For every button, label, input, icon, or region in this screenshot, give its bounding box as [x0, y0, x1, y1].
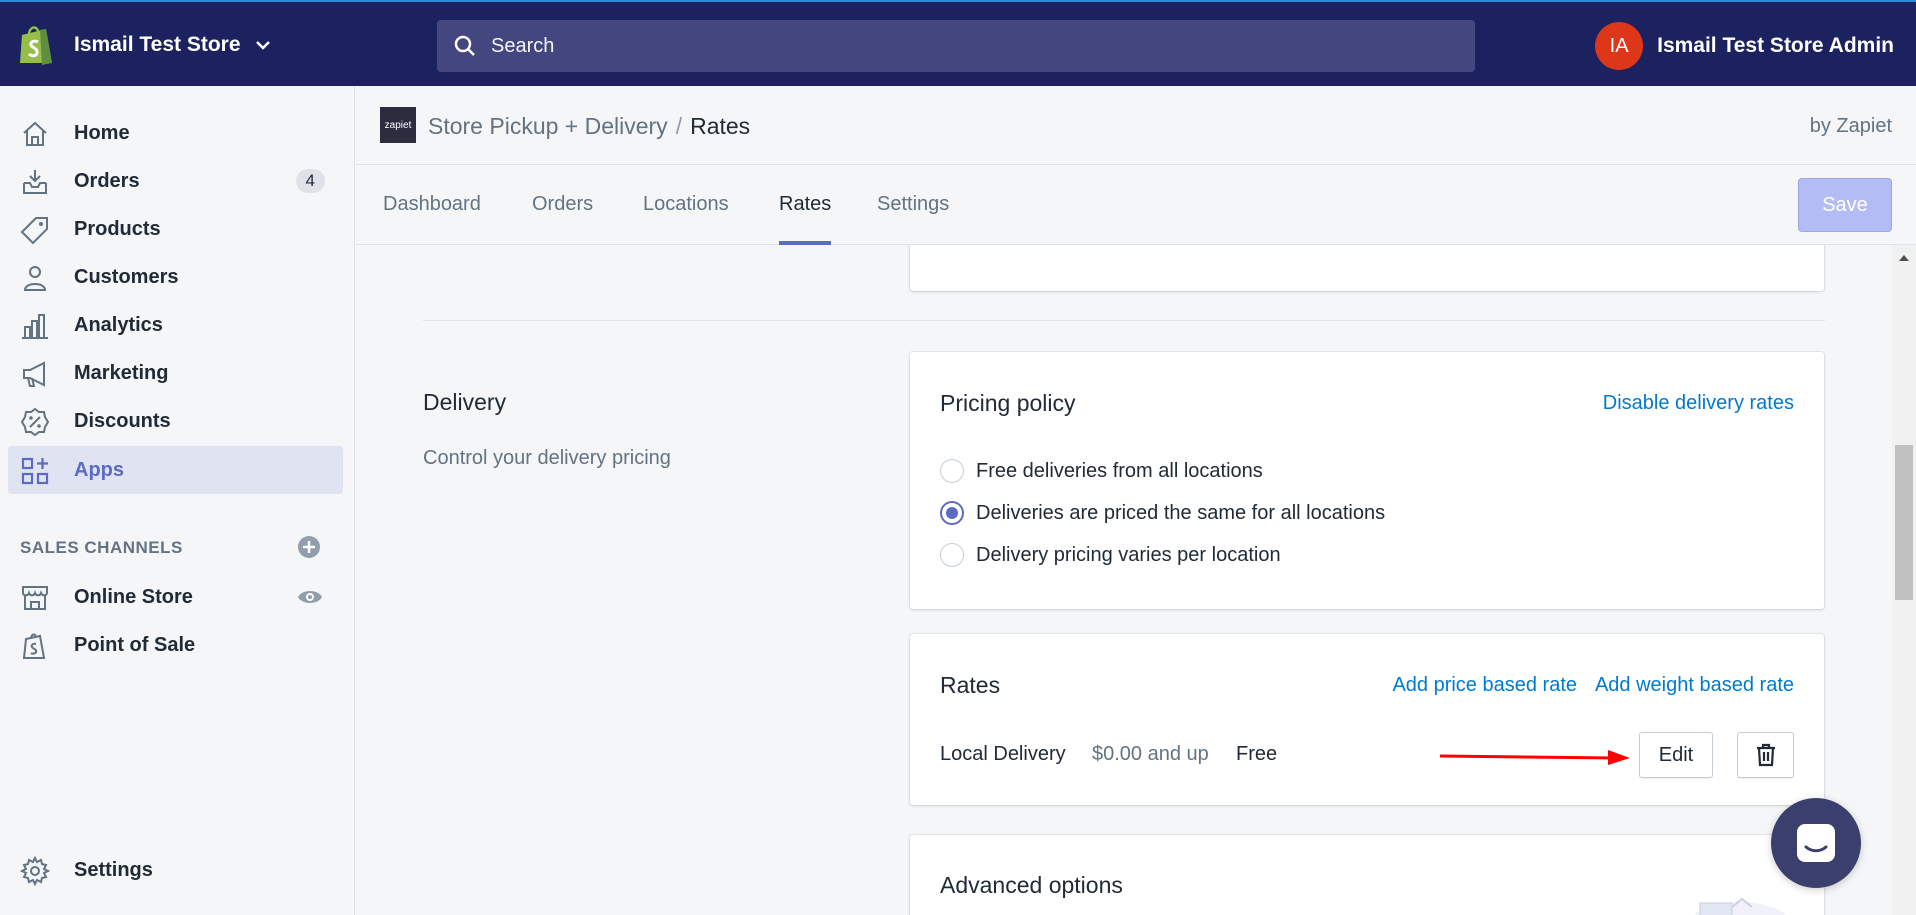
- tag-icon: [20, 217, 48, 245]
- sidebar-item-label: Discounts: [74, 409, 171, 432]
- rate-condition: $0.00 and up: [1092, 743, 1209, 765]
- sidebar-item-label: Apps: [74, 458, 124, 481]
- search-bar[interactable]: [437, 20, 1475, 72]
- rates-card: Rates Add price based rate Add weight ba…: [910, 634, 1824, 805]
- pricing-policy-card: Pricing policy Disable delivery rates Fr…: [910, 352, 1824, 609]
- sidebar-item-orders[interactable]: Orders 4: [8, 157, 343, 205]
- radio-free-deliveries[interactable]: Free deliveries from all locations: [940, 459, 1263, 483]
- tab-locations[interactable]: Locations: [643, 193, 729, 245]
- eye-icon[interactable]: [297, 587, 323, 607]
- delivery-section-description: Control your delivery pricing: [423, 447, 671, 469]
- pos-icon: [22, 633, 46, 659]
- sidebar-item-apps[interactable]: Apps: [8, 446, 343, 494]
- illustration-icon: [1693, 897, 1787, 915]
- orders-count-badge: 4: [295, 169, 325, 193]
- app-header: zapiet Store Pickup + Delivery / Rates by …: [356, 86, 1916, 165]
- radio-varies-per-location[interactable]: Delivery pricing varies per location: [940, 543, 1281, 567]
- sidebar-item-customers[interactable]: Customers: [8, 253, 343, 301]
- app-tabs: Dashboard Orders Locations Rates Setting…: [356, 165, 1916, 245]
- sidebar-item-label: Point of Sale: [74, 633, 196, 656]
- sales-channels-heading: SALES CHANNELS: [20, 538, 183, 557]
- avatar: IA: [1595, 22, 1644, 70]
- save-button[interactable]: Save: [1798, 178, 1892, 232]
- add-weight-based-rate-link[interactable]: Add weight based rate: [1595, 674, 1794, 697]
- scrollbar[interactable]: [1892, 245, 1916, 915]
- sidebar-item-label: Online Store: [74, 585, 193, 608]
- app-breadcrumb: Store Pickup + Delivery / Rates: [428, 113, 750, 140]
- trash-icon: [1756, 743, 1775, 767]
- sidebar-item-online-store[interactable]: Online Store: [8, 573, 343, 621]
- top-bar: Ismail Test Store IA Ismail Test Store A…: [0, 0, 1916, 86]
- shopify-logo-icon: [20, 26, 52, 65]
- edit-rate-button[interactable]: Edit: [1639, 732, 1713, 778]
- discount-icon: [20, 407, 50, 437]
- sidebar-item-products[interactable]: Products: [8, 205, 343, 253]
- sidebar-item-label: Orders: [74, 169, 140, 192]
- bar-chart-icon: [22, 314, 48, 339]
- sidebar-item-label: Customers: [74, 265, 179, 288]
- chat-icon: [1797, 824, 1835, 862]
- tab-settings[interactable]: Settings: [877, 193, 949, 245]
- search-icon: [454, 35, 475, 56]
- zapiet-logo: zapiet: [380, 107, 416, 143]
- red-arrow-annotation: [1439, 750, 1630, 765]
- add-price-based-rate-link[interactable]: Add price based rate: [1392, 674, 1577, 697]
- sidebar-item-label: Settings: [74, 858, 153, 881]
- radio-label: Delivery pricing varies per location: [976, 543, 1281, 566]
- user-menu[interactable]: IA Ismail Test Store Admin: [1595, 22, 1894, 70]
- apps-icon: [21, 457, 49, 485]
- add-sales-channel-icon[interactable]: [297, 535, 321, 559]
- sidebar-item-settings[interactable]: Settings: [8, 846, 343, 894]
- tab-rates[interactable]: Rates: [779, 193, 832, 245]
- rates-title: Rates: [940, 672, 1001, 698]
- person-icon: [23, 266, 47, 291]
- home-icon: [23, 121, 47, 146]
- delivery-section-title: Delivery: [423, 389, 507, 415]
- sidebar-item-analytics[interactable]: Analytics: [8, 301, 343, 349]
- advanced-options-title: Advanced options: [940, 872, 1123, 898]
- megaphone-icon: [23, 361, 45, 387]
- sidebar-item-discounts[interactable]: Discounts: [8, 397, 343, 445]
- store-icon: [22, 586, 48, 610]
- breadcrumb-separator: /: [675, 113, 683, 139]
- app-name-link[interactable]: Store Pickup + Delivery: [428, 113, 668, 139]
- radio-button[interactable]: [940, 459, 964, 483]
- orders-icon: [23, 170, 47, 194]
- gear-icon: [20, 856, 50, 886]
- tab-orders[interactable]: Orders: [532, 193, 593, 245]
- chevron-down-icon: [255, 41, 270, 50]
- store-name: Ismail Test Store: [74, 33, 241, 56]
- app-vendor: by Zapiet: [1809, 115, 1892, 137]
- sidebar: Home Orders 4 Products Customers Analyti…: [0, 86, 355, 915]
- sidebar-item-point-of-sale[interactable]: Point of Sale: [8, 621, 343, 669]
- user-name: Ismail Test Store Admin: [1657, 34, 1894, 57]
- rate-name: Local Delivery: [940, 743, 1066, 765]
- store-switcher[interactable]: Ismail Test Store: [16, 20, 273, 70]
- previous-card: [910, 245, 1824, 291]
- radio-button-checked[interactable]: [940, 501, 964, 525]
- sidebar-item-label: Marketing: [74, 361, 169, 384]
- scroll-thumb[interactable]: [1895, 445, 1913, 600]
- sidebar-item-label: Home: [74, 121, 130, 144]
- radio-button[interactable]: [940, 543, 964, 567]
- sidebar-item-marketing[interactable]: Marketing: [8, 349, 343, 397]
- sidebar-item-label: Analytics: [74, 313, 163, 336]
- disable-delivery-rates-link[interactable]: Disable delivery rates: [1603, 392, 1794, 415]
- radio-same-price[interactable]: Deliveries are priced the same for all l…: [940, 501, 1385, 525]
- search-input[interactable]: [491, 34, 1391, 58]
- advanced-options-card: Advanced options: [910, 835, 1824, 915]
- tab-dashboard[interactable]: Dashboard: [383, 193, 481, 245]
- pricing-policy-title: Pricing policy: [940, 390, 1076, 416]
- page-title: Rates: [690, 113, 751, 139]
- radio-label: Deliveries are priced the same for all l…: [976, 501, 1386, 524]
- sidebar-item-label: Products: [74, 217, 161, 240]
- rate-price: Free: [1236, 743, 1278, 765]
- sidebar-item-home[interactable]: Home: [8, 109, 343, 157]
- scroll-up-arrow-icon[interactable]: [1899, 255, 1909, 261]
- chat-launcher[interactable]: [1771, 798, 1861, 888]
- radio-label: Free deliveries from all locations: [976, 459, 1263, 482]
- section-divider: [423, 320, 1825, 321]
- main-content: Delivery Control your delivery pricing P…: [356, 245, 1892, 915]
- delete-rate-button[interactable]: [1737, 732, 1794, 778]
